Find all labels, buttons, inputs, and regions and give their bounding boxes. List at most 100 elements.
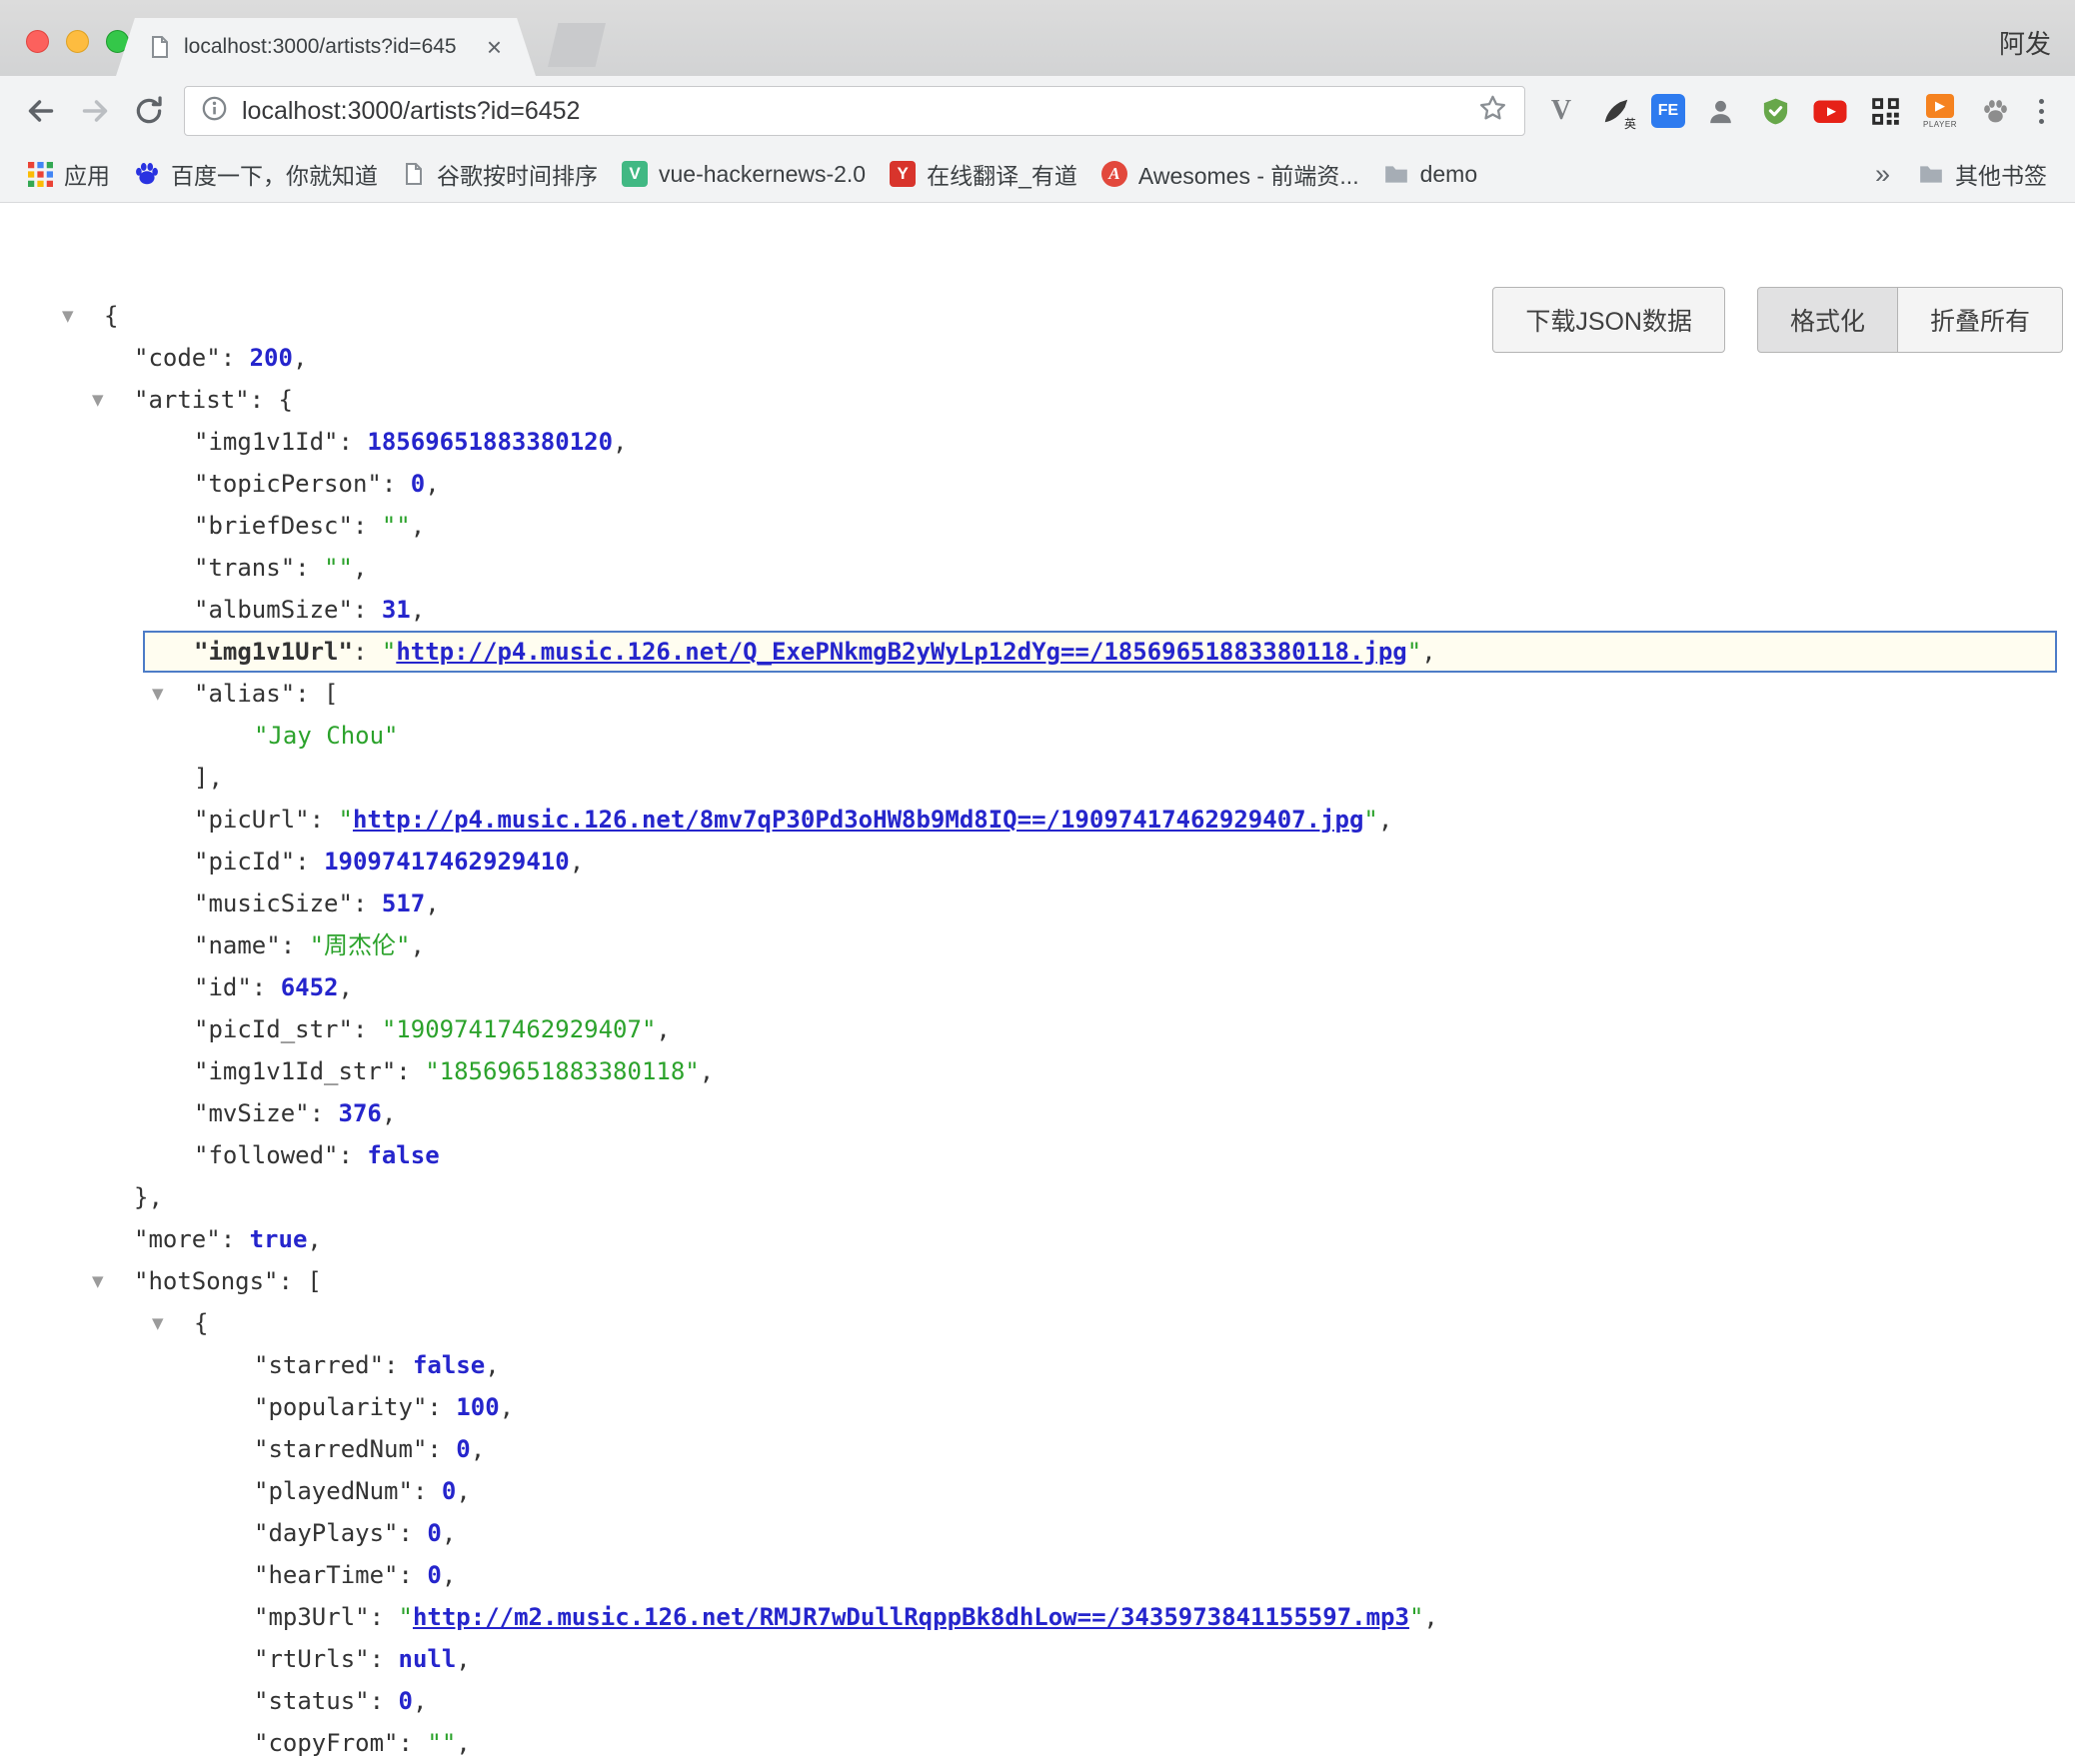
bookmark-label: demo — [1420, 161, 1478, 188]
collapse-caret-icon[interactable]: ▼ — [62, 295, 74, 337]
shield-extension-icon[interactable] — [1755, 88, 1795, 134]
json-token: "img1v1Id_str" — [194, 1057, 396, 1085]
bookmark-star-icon[interactable] — [1477, 93, 1508, 129]
back-button[interactable] — [14, 84, 68, 138]
json-token: , — [456, 1477, 470, 1505]
json-line: "Jay Chou" — [0, 715, 2075, 757]
json-token: : — [295, 848, 324, 876]
url-text[interactable]: localhost:3000/artists?id=6452 — [242, 97, 1477, 126]
bookmark-item-baidu[interactable]: 百度一下，你就知道 — [122, 152, 390, 196]
json-viewer: ▼{"code": 200,▼"artist": {"img1v1Id": 18… — [0, 203, 2075, 1764]
json-token: , — [411, 931, 425, 959]
paw-extension-icon[interactable] — [1975, 88, 2015, 134]
bookmark-label: 百度一下，你就知道 — [171, 157, 378, 191]
json-token: " — [1407, 638, 1421, 666]
active-tab[interactable]: localhost:3000/artists?id=645 × — [116, 18, 536, 76]
json-token: : — [399, 1561, 428, 1589]
json-token: : — [221, 1225, 250, 1253]
extensions-area: V 英 FE ▶ PLAYER — [1541, 88, 2015, 134]
json-line: "more": true, — [0, 1218, 2075, 1260]
json-line: "topicPerson": 0, — [0, 463, 2075, 505]
json-line: "starred": false, — [0, 1344, 2075, 1386]
reload-button[interactable] — [122, 84, 176, 138]
qr-code-extension-icon[interactable] — [1865, 88, 1905, 134]
close-window-button[interactable] — [26, 30, 49, 53]
json-token: : — [252, 973, 281, 1001]
json-line: "mp3Url": "http://m2.music.126.net/RMJR7… — [0, 1596, 2075, 1638]
json-token: { — [194, 1309, 208, 1337]
youtube-extension-icon[interactable] — [1810, 88, 1850, 134]
baidu-paw-icon — [134, 161, 160, 187]
json-token: 0 — [442, 1477, 456, 1505]
json-line: "picId_str": "19097417462929407", — [0, 1008, 2075, 1050]
json-token: "hotSongs" — [134, 1267, 279, 1295]
bookmarks-overflow-icon[interactable]: » — [1859, 159, 1906, 190]
json-token: , — [442, 1561, 456, 1589]
json-token: " — [339, 806, 353, 834]
window-controls — [26, 30, 129, 53]
minimize-window-button[interactable] — [66, 30, 89, 53]
collapse-caret-icon[interactable]: ▼ — [92, 379, 104, 421]
v-extension-icon[interactable]: V — [1541, 88, 1581, 134]
json-token: " — [399, 1603, 413, 1631]
json-token: false — [413, 1351, 485, 1379]
bookmark-item-vue-hackernews[interactable]: V vue-hackernews-2.0 — [610, 156, 878, 193]
json-token: { — [104, 302, 118, 330]
json-token: : — [310, 806, 339, 834]
new-tab-button[interactable] — [548, 23, 606, 67]
highlighted-json-line: "img1v1Url": "http://p4.music.126.net/Q_… — [143, 631, 2057, 673]
json-token: "status" — [254, 1687, 370, 1715]
json-token: : — [427, 1435, 456, 1463]
fehelper-extension-icon[interactable]: FE — [1651, 94, 1685, 128]
json-token: 31 — [382, 596, 411, 624]
json-token: , — [613, 428, 627, 456]
profile-name[interactable]: 阿发 — [1999, 24, 2051, 61]
json-token: : — [295, 554, 324, 582]
json-token: : — [370, 1687, 399, 1715]
player-extension-icon[interactable]: ▶ PLAYER — [1920, 88, 1960, 134]
json-token: : — [353, 596, 382, 624]
bookmark-label: 在线翻译_有道 — [927, 157, 1077, 191]
bookmark-item-awesomes[interactable]: A Awesomes - 前端资... — [1089, 152, 1371, 196]
json-token: "code" — [134, 344, 221, 372]
other-bookmarks[interactable]: 其他书签 — [1906, 152, 2059, 196]
json-token: 0 — [411, 470, 425, 498]
page-icon — [402, 162, 426, 186]
json-line: "img1v1Id_str": "18569651883380118", — [0, 1050, 2075, 1092]
json-url-link[interactable]: http://p4.music.126.net/8mv7qP30Pd3oHW8b… — [353, 806, 1363, 834]
json-token: "" — [382, 512, 411, 540]
json-url-link[interactable]: http://m2.music.126.net/RMJR7wDullRqppBk… — [413, 1603, 1409, 1631]
tab-close-icon[interactable]: × — [487, 34, 502, 60]
json-url-link[interactable]: http://p4.music.126.net/Q_ExePNkmgB2yWyL… — [396, 638, 1406, 666]
json-token: , — [485, 1351, 499, 1379]
bookmark-item-apps[interactable]: 应用 — [16, 152, 122, 196]
collapse-caret-icon[interactable]: ▼ — [152, 1302, 164, 1344]
page-info-icon[interactable] — [201, 95, 228, 127]
translate-extension-label: 英 — [1624, 115, 1636, 132]
json-line: "trans": "", — [0, 547, 2075, 589]
json-token: " — [382, 638, 396, 666]
collapse-caret-icon[interactable]: ▼ — [92, 1260, 104, 1302]
bookmark-item-demo[interactable]: demo — [1371, 156, 1490, 193]
json-token: : — [353, 889, 382, 917]
json-token: : — [413, 1477, 442, 1505]
json-line: ▼"alias": [ — [0, 673, 2075, 715]
json-token: "18569651883380118" — [425, 1057, 700, 1085]
json-token: : — [370, 1603, 399, 1631]
json-token: "artist" — [134, 386, 250, 414]
translate-extension-icon[interactable]: 英 — [1596, 88, 1636, 134]
bookmark-item-youdao-translate[interactable]: Y 在线翻译_有道 — [878, 152, 1089, 196]
bookmark-item-google-sort[interactable]: 谷歌按时间排序 — [390, 152, 610, 196]
json-token: : — [339, 428, 368, 456]
json-token: " — [1409, 1603, 1423, 1631]
address-bar[interactable]: localhost:3000/artists?id=6452 — [184, 86, 1525, 136]
json-line: ▼{ — [0, 1302, 2075, 1344]
chrome-menu-icon[interactable] — [2021, 88, 2061, 134]
json-token: "musicSize" — [194, 889, 353, 917]
collapse-caret-icon[interactable]: ▼ — [152, 673, 164, 715]
json-line: "hearTime": 0, — [0, 1554, 2075, 1596]
forward-button[interactable] — [68, 84, 122, 138]
json-token: : — [353, 1015, 382, 1043]
json-line: "starredNum": 0, — [0, 1428, 2075, 1470]
person-extension-icon[interactable] — [1700, 88, 1740, 134]
